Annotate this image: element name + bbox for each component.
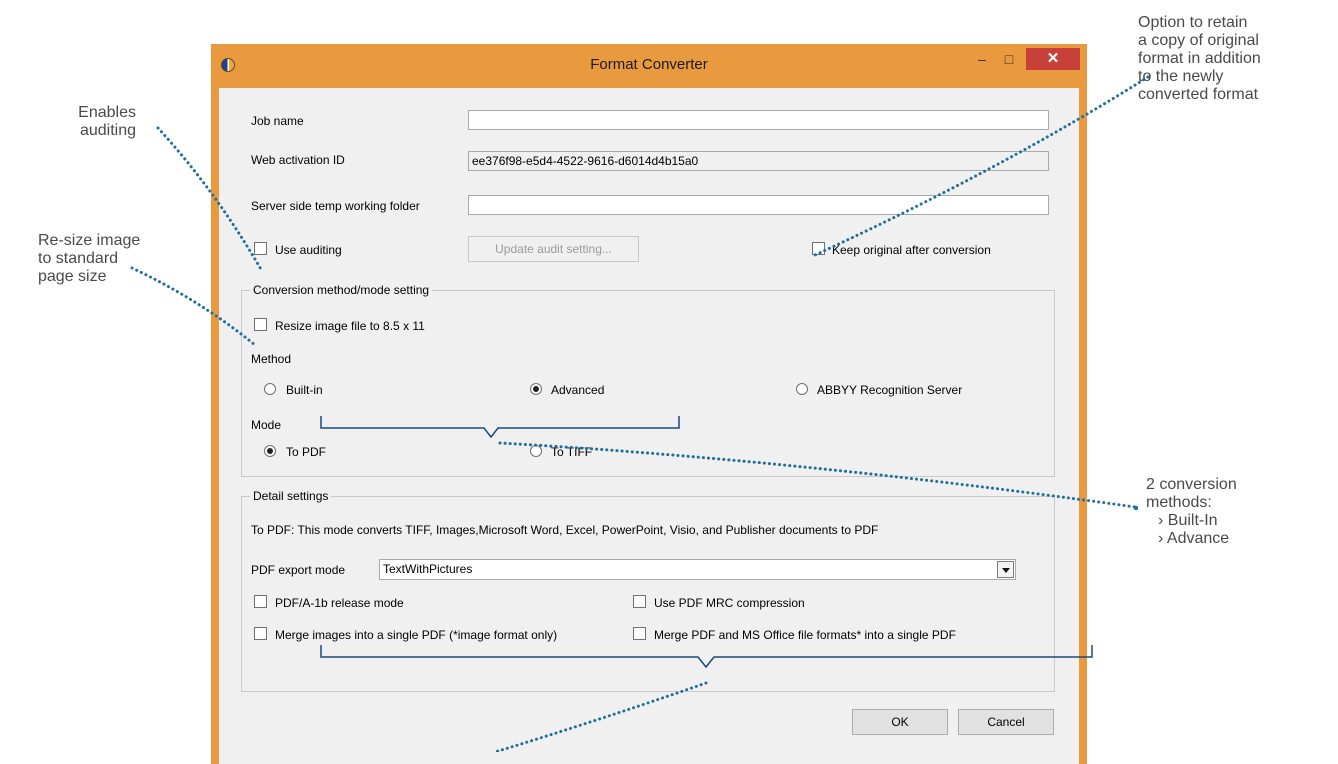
- methods-leader-line: [498, 441, 1137, 509]
- callout-resize: Re-size image to standard page size: [38, 232, 141, 285]
- callout-keep-original: Option to retain a copy of original form…: [1138, 14, 1261, 103]
- merge-leader-line: [493, 681, 708, 752]
- callout-auditing: Enables auditing: [78, 104, 136, 139]
- merge-options-bracket: [320, 645, 1093, 669]
- methods-bracket: [320, 416, 680, 439]
- auditing-leader-line: [156, 126, 264, 273]
- keep-original-leader-line: [813, 75, 1150, 257]
- annotation-overlay: [130, 75, 1150, 752]
- callout-methods: 2 conversion methods: › Built-In › Advan…: [1146, 476, 1237, 547]
- methods-bullet-dot: [1133, 505, 1139, 511]
- resize-leader-line: [130, 266, 257, 347]
